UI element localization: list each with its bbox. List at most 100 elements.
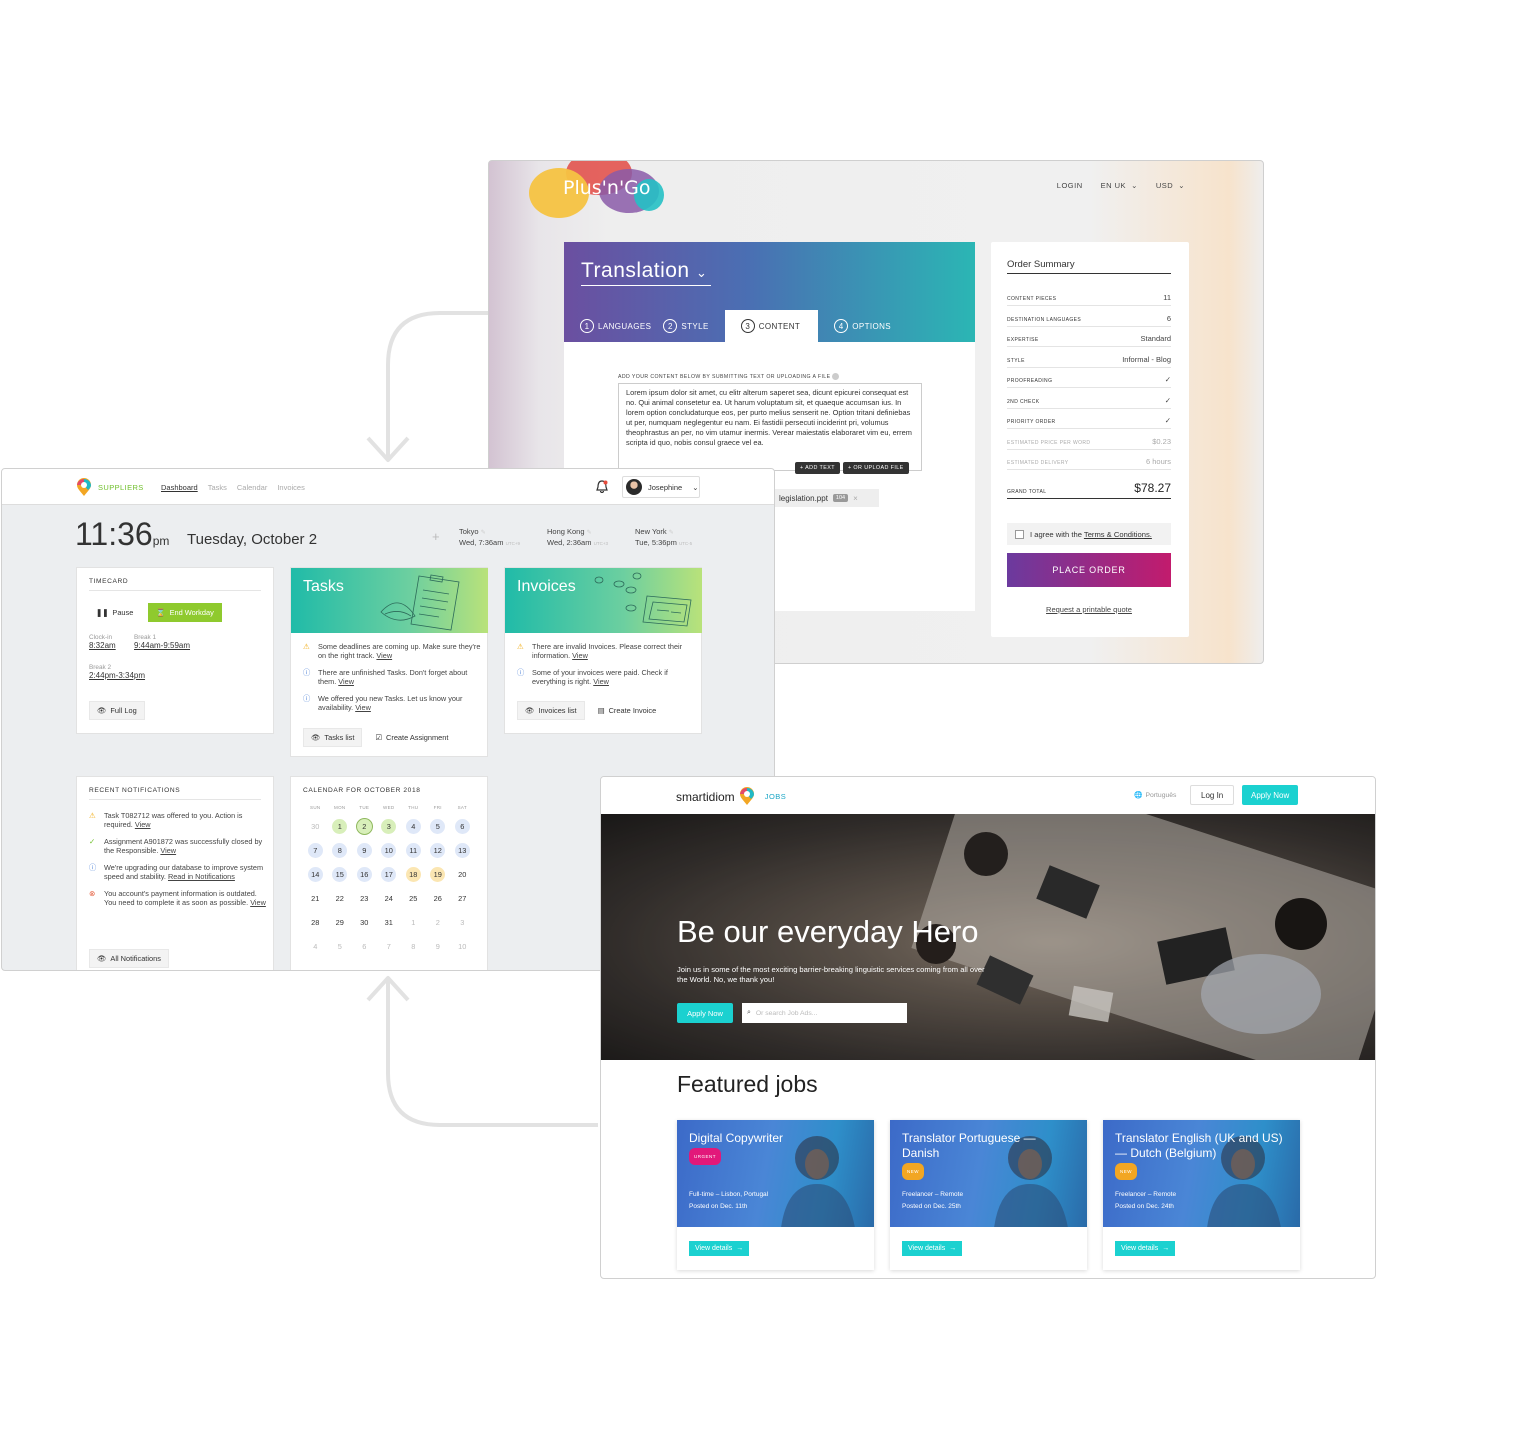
info-icon[interactable]: [832, 373, 840, 380]
calendar-day[interactable]: 19: [426, 867, 451, 882]
place-order-button[interactable]: PLACE ORDER: [1007, 553, 1171, 587]
calendar-day[interactable]: 20: [450, 867, 475, 882]
apply-now-button[interactable]: Apply Now: [1242, 785, 1299, 805]
calendar-day[interactable]: 21: [303, 891, 328, 906]
terms-link[interactable]: Terms & Conditions.: [1084, 530, 1152, 539]
pencil-icon[interactable]: ✎: [587, 530, 592, 536]
add-timezone-icon[interactable]: +: [432, 529, 440, 544]
clockin-value[interactable]: 8:32am: [89, 641, 116, 650]
calendar-day[interactable]: 10: [450, 939, 475, 954]
calendar-day[interactable]: 6: [450, 819, 475, 834]
tab-languages[interactable]: 1 LANGUAGES: [580, 310, 663, 342]
nav-tasks[interactable]: Tasks: [208, 483, 227, 492]
calendar-day[interactable]: 8: [328, 843, 353, 858]
calendar-day[interactable]: 4: [303, 939, 328, 954]
calendar-day[interactable]: 26: [426, 891, 451, 906]
view-details-button[interactable]: View details →: [902, 1241, 963, 1256]
read-notifications-link[interactable]: Read in Notifications: [168, 872, 235, 881]
view-link[interactable]: View: [250, 898, 266, 907]
calendar-day[interactable]: 17: [377, 867, 402, 882]
calendar-day[interactable]: 4: [401, 819, 426, 834]
upload-file-button[interactable]: + OR UPLOAD FILE: [842, 462, 909, 474]
language-select[interactable]: EN UK ⌄: [1101, 181, 1138, 190]
calendar-day[interactable]: 7: [303, 843, 328, 858]
invoices-list-button[interactable]: 👁 Invoices list: [517, 701, 585, 720]
calendar-day[interactable]: 3: [450, 915, 475, 930]
calendar-day[interactable]: 18: [401, 867, 426, 882]
job-card[interactable]: Translator Portuguese — Danish NEW Freelan…: [890, 1120, 1087, 1270]
calendar-day[interactable]: 30: [352, 915, 377, 930]
end-workday-button[interactable]: ⌛ End Workday: [148, 603, 222, 622]
calendar-day[interactable]: 12: [426, 843, 451, 858]
calendar-day[interactable]: 29: [328, 915, 353, 930]
calendar-day[interactable]: 28: [303, 915, 328, 930]
job-search-input[interactable]: ⌕ Or search Job Ads...: [742, 1003, 907, 1023]
view-link[interactable]: View: [376, 651, 392, 660]
view-link[interactable]: View: [572, 651, 588, 660]
hero-apply-button[interactable]: Apply Now: [677, 1003, 733, 1023]
add-text-button[interactable]: + ADD TEXT: [795, 462, 840, 474]
break2-value[interactable]: 2:44pm-3:34pm: [89, 671, 145, 680]
nav-invoices[interactable]: Invoices: [277, 483, 305, 492]
calendar-day[interactable]: 5: [328, 939, 353, 954]
view-link[interactable]: View: [160, 846, 176, 855]
tab-options[interactable]: 4 OPTIONS: [834, 310, 903, 342]
calendar-day[interactable]: 15: [328, 867, 353, 882]
view-details-button[interactable]: View details →: [1115, 1241, 1176, 1256]
calendar-day[interactable]: 23: [352, 891, 377, 906]
tasks-list-button[interactable]: 👁 Tasks list: [303, 728, 363, 747]
view-link[interactable]: View: [338, 677, 354, 686]
view-link[interactable]: View: [593, 677, 609, 686]
calendar-day[interactable]: 11: [401, 843, 426, 858]
calendar-day[interactable]: 25: [401, 891, 426, 906]
user-menu[interactable]: Josephine ⌄: [622, 476, 700, 498]
create-assignment-button[interactable]: ☑ Create Assignment: [368, 728, 455, 747]
calendar-day[interactable]: 30: [303, 819, 328, 834]
calendar-day[interactable]: 2: [352, 819, 377, 834]
calendar-day[interactable]: 10: [377, 843, 402, 858]
printable-quote-link[interactable]: Request a printable quote: [1007, 605, 1171, 614]
all-notifications-button[interactable]: 👁 All Notifications: [89, 949, 169, 968]
calendar-day[interactable]: 24: [377, 891, 402, 906]
calendar-day[interactable]: 9: [426, 939, 451, 954]
calendar-day[interactable]: 13: [450, 843, 475, 858]
calendar-day[interactable]: 16: [352, 867, 377, 882]
calendar-day[interactable]: 7: [377, 939, 402, 954]
currency-select[interactable]: USD ⌄: [1156, 181, 1185, 190]
full-log-button[interactable]: 👁 Full Log: [89, 701, 145, 720]
pencil-icon[interactable]: ✎: [669, 530, 674, 536]
pause-button[interactable]: ❚❚ Pause: [89, 604, 140, 621]
break1-value[interactable]: 9:44am-9:59am: [134, 641, 190, 650]
service-select[interactable]: Translation ⌄: [581, 259, 712, 286]
calendar-day[interactable]: 1: [328, 819, 353, 834]
nav-calendar[interactable]: Calendar: [237, 483, 267, 492]
job-card[interactable]: Translator English (UK and US) — Dutch (…: [1103, 1120, 1300, 1270]
nav-dashboard[interactable]: Dashboard: [161, 483, 198, 492]
language-switch[interactable]: 🌐 Português: [1134, 791, 1176, 800]
calendar-day[interactable]: 8: [401, 939, 426, 954]
calendar-day[interactable]: 1: [401, 915, 426, 930]
calendar-day[interactable]: 9: [352, 843, 377, 858]
pencil-icon[interactable]: ✎: [481, 530, 486, 536]
content-textarea[interactable]: Lorem ipsum dolor sit amet, cu elitr alt…: [618, 383, 922, 471]
calendar-day[interactable]: 3: [377, 819, 402, 834]
login-button[interactable]: Log In: [1190, 785, 1235, 805]
calendar-day[interactable]: 27: [450, 891, 475, 906]
create-invoice-button[interactable]: ▤ Create Invoice: [591, 701, 664, 720]
plusngo-logo[interactable]: Plus'n'Go: [563, 177, 651, 199]
bell-icon[interactable]: [596, 480, 608, 493]
calendar-day[interactable]: 22: [328, 891, 353, 906]
calendar-day[interactable]: 14: [303, 867, 328, 882]
view-details-button[interactable]: View details →: [689, 1241, 750, 1256]
view-link[interactable]: View: [135, 820, 151, 829]
login-link[interactable]: LOGIN: [1057, 181, 1083, 190]
terms-checkbox[interactable]: [1015, 529, 1024, 539]
job-card[interactable]: Digital Copywriter URGENT Full-time – Lisb…: [677, 1120, 874, 1270]
suppliers-brand[interactable]: SUPPLIERS: [76, 478, 144, 497]
close-icon[interactable]: ×: [853, 494, 858, 503]
calendar-day[interactable]: 2: [426, 915, 451, 930]
tab-content[interactable]: 3 CONTENT: [724, 310, 819, 342]
calendar-day[interactable]: 31: [377, 915, 402, 930]
tab-style[interactable]: 2 STYLE: [663, 310, 720, 342]
smartidiom-logo[interactable]: smartidiom JOBS: [676, 787, 786, 806]
